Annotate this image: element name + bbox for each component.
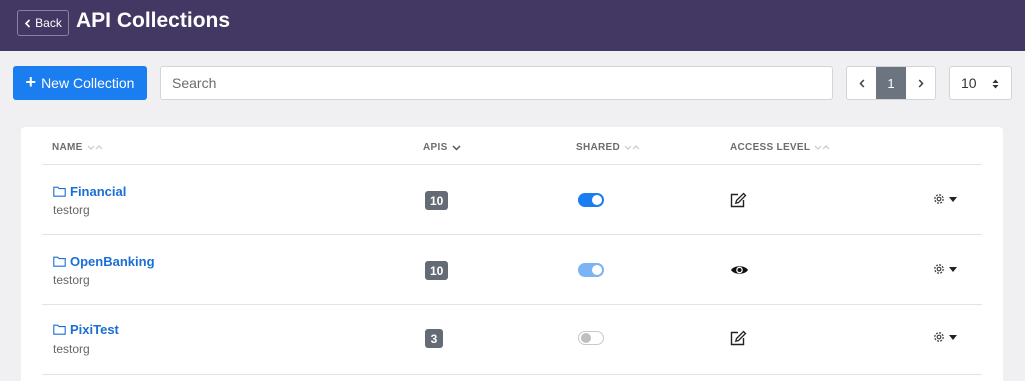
row-settings-menu[interactable] [932,192,957,206]
edit-icon [730,192,747,208]
column-header-name[interactable]: NAME [52,142,103,153]
edit-icon [730,330,747,346]
collection-name: Financial [70,184,127,199]
collection-link[interactable]: OpenBanking [53,254,155,269]
back-button[interactable]: Back [17,10,69,36]
new-collection-label: New Collection [41,75,135,91]
org-name: testorg [53,203,90,217]
sort-icon [624,144,640,150]
caret-down-icon [949,334,957,340]
folder-icon [53,256,66,267]
collection-link[interactable]: Financial [53,184,126,199]
org-name: testorg [53,342,90,356]
sort-desc-icon [452,144,461,151]
collections-table: NAME APIS SHARED ACCESS LEVEL Financial … [21,127,1003,381]
shared-toggle[interactable] [578,193,604,207]
eye-icon [731,266,748,274]
sort-arrows-icon [992,79,999,89]
sort-icon [87,144,103,150]
column-header-access-level[interactable]: ACCESS LEVEL [730,142,830,153]
back-label: Back [35,16,62,30]
api-count-badge: 3 [425,329,443,348]
row-settings-menu[interactable] [932,330,957,344]
gear-icon [934,194,944,204]
gear-icon [934,264,944,274]
toggle-knob [592,265,602,275]
prev-page-button[interactable] [847,67,876,99]
table-row: PixiTest testorg 3 [42,305,982,375]
search-input[interactable] [160,66,833,100]
column-header-apis[interactable]: APIS [423,142,461,153]
column-header-shared[interactable]: SHARED [576,142,640,153]
api-count-badge: 10 [425,191,449,210]
next-page-button[interactable] [906,67,935,99]
divider [42,374,982,375]
row-settings-menu[interactable] [932,262,957,276]
pagination: 1 [846,66,936,100]
chevron-left-icon [25,18,31,28]
table-row: Financial testorg 10 [42,165,982,235]
caret-down-icon [949,196,957,202]
table-row: OpenBanking testorg 10 [42,235,982,305]
new-collection-button[interactable]: + New Collection [13,66,147,100]
page-title: API Collections [76,9,231,32]
top-bar: Back API Collections [0,0,1025,51]
shared-toggle[interactable] [578,263,604,277]
caret-down-icon [949,266,957,272]
collection-name: OpenBanking [70,254,155,269]
column-header-label: SHARED [576,142,621,153]
org-name: testorg [53,273,90,287]
page-size-select[interactable]: 10 [949,66,1012,100]
chevron-right-icon [918,78,924,88]
api-count-badge: 10 [425,261,449,280]
gear-icon [934,332,944,342]
collection-link[interactable]: PixiTest [53,322,119,337]
column-header-label: APIS [423,142,448,153]
shared-toggle[interactable] [578,331,604,345]
collection-name: PixiTest [70,322,119,337]
toggle-knob [581,333,591,343]
column-header-label: ACCESS LEVEL [730,142,811,153]
folder-icon [53,186,66,197]
current-page-button[interactable]: 1 [876,67,906,99]
column-header-label: NAME [52,142,83,153]
sort-icon [814,144,830,150]
chevron-left-icon [858,78,864,88]
page-size-value: 10 [961,75,977,91]
folder-icon [53,324,66,335]
toggle-knob [592,195,602,205]
plus-icon: + [25,72,37,92]
